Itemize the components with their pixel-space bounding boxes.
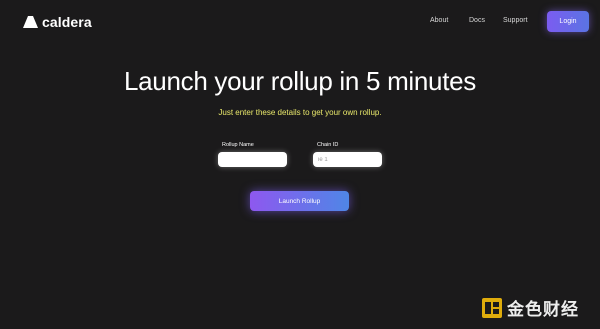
chain-id-input[interactable] — [313, 152, 382, 167]
hero-title: Launch your rollup in 5 minutes — [123, 66, 477, 96]
nav-about-link[interactable]: About — [430, 17, 448, 24]
hero-subtitle: Just enter these details to get your own… — [218, 108, 382, 117]
login-button[interactable]: Login — [547, 11, 589, 32]
launch-rollup-button[interactable]: Launch Rollup — [250, 191, 349, 211]
jinse-logo-icon — [482, 297, 502, 318]
watermark-text: 金色财经 — [507, 300, 579, 320]
chain-id-label: Chain ID — [317, 142, 339, 148]
nav-support-link[interactable]: Support — [503, 17, 528, 24]
watermark: 金色财经 — [482, 295, 579, 320]
nav-docs-link[interactable]: Docs — [469, 17, 485, 24]
caldera-mountain-icon — [23, 16, 38, 28]
rollup-name-label: Rollup Name — [222, 142, 254, 148]
brand-name: caldera — [42, 14, 92, 30]
brand-logo[interactable]: caldera — [23, 14, 92, 30]
rollup-name-input[interactable] — [218, 152, 287, 167]
